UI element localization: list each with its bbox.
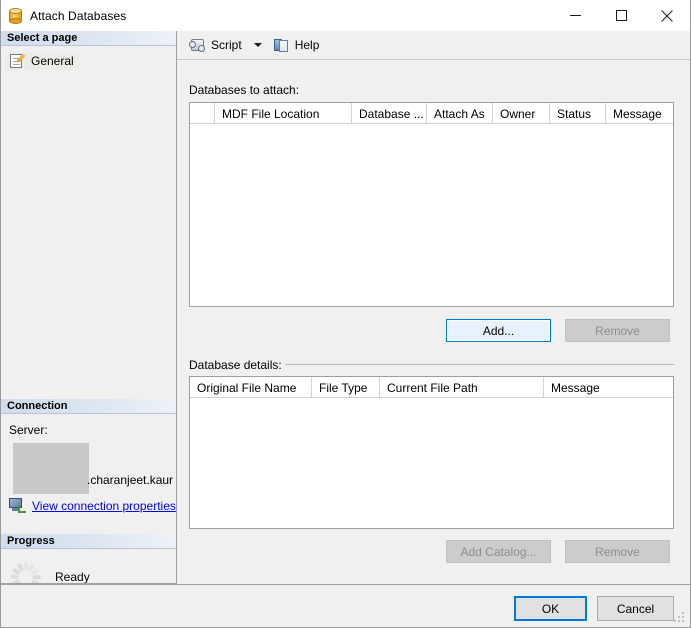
script-scroll-icon — [189, 38, 206, 53]
ok-button[interactable]: OK — [514, 596, 587, 621]
grid-column-header[interactable]: File Type — [312, 377, 380, 398]
select-page-header: Select a page — [1, 31, 176, 46]
remove-button[interactable]: Remove — [565, 319, 670, 342]
add-catalog-button[interactable]: Add Catalog... — [446, 540, 551, 563]
dialog-footer: OK Cancel — [1, 584, 690, 627]
help-button[interactable]: Help — [271, 36, 323, 55]
grid-column-header[interactable]: Database ... — [352, 103, 427, 124]
grid-column-header[interactable]: Attach As — [427, 103, 493, 124]
details-group-label: Database details: — [189, 358, 282, 372]
sidebar-item-label: General — [31, 54, 74, 68]
attach-databases-dialog: Attach Databases Select a page General C… — [0, 0, 691, 628]
server-connection-icon — [9, 498, 26, 513]
grid-column-header[interactable]: Current File Path — [380, 377, 544, 398]
title-bar-left: Attach Databases — [1, 7, 127, 24]
connection-section: Connection Server: .charanjeet.kaur View… — [1, 399, 176, 513]
grid-header-row: Original File Name File Type Current File … — [190, 377, 673, 398]
toolbar: Script Help — [177, 31, 690, 60]
database-details-grid[interactable]: Original File Name File Type Current File … — [189, 376, 674, 529]
databases-to-attach-grid[interactable]: MDF File Location Database ... Attach As Ow… — [189, 102, 674, 307]
window-title: Attach Databases — [30, 8, 127, 23]
database-cylinder-icon — [9, 7, 22, 24]
add-button[interactable]: Add... — [446, 319, 551, 342]
help-button-label: Help — [294, 38, 320, 52]
details-remove-button[interactable]: Remove — [565, 540, 670, 563]
sidebar-item-general[interactable]: General — [7, 52, 79, 70]
view-connection-properties-link[interactable]: View connection properties — [32, 499, 176, 513]
script-button-label: Script — [211, 38, 242, 52]
server-label: Server: — [9, 423, 48, 437]
main-panel: Script Help Databases to attach: MDF Fil… — [177, 31, 690, 584]
connection-header: Connection — [1, 399, 176, 414]
view-connection-properties-row[interactable]: View connection properties — [9, 498, 176, 513]
title-bar: Attach Databases — [1, 0, 690, 31]
grid-column-header[interactable]: Message — [544, 377, 674, 398]
maximize-button[interactable] — [598, 0, 644, 31]
cancel-button[interactable]: Cancel — [597, 596, 674, 621]
script-button[interactable]: Script — [187, 36, 245, 55]
grid-column-header[interactable]: Owner — [493, 103, 550, 124]
grid-column-header[interactable]: MDF File Location — [215, 103, 352, 124]
progress-header: Progress — [1, 534, 176, 549]
page-properties-icon — [10, 54, 26, 68]
grid-header-row: MDF File Location Database ... Attach As Ow… — [190, 103, 673, 124]
page-list: General — [1, 46, 176, 70]
chevron-down-icon[interactable] — [253, 43, 262, 47]
redacted-server-block — [13, 443, 89, 494]
server-name-value: .charanjeet.kaur — [87, 473, 174, 487]
resize-grip[interactable] — [674, 612, 686, 624]
minimize-button[interactable] — [552, 0, 598, 31]
progress-status: Ready — [55, 570, 90, 584]
close-button[interactable] — [644, 0, 690, 31]
grid-column-header[interactable]: Message — [606, 103, 676, 124]
attach-group-label: Databases to attach: — [189, 83, 300, 97]
details-group-divider — [285, 364, 674, 365]
grid-column-header[interactable]: Original File Name — [190, 377, 312, 398]
grid-row-selector-corner[interactable] — [190, 103, 215, 124]
dialog-body: Select a page General Connection Server:… — [1, 31, 690, 592]
sidebar: Select a page General Connection Server:… — [1, 31, 177, 592]
window-controls — [552, 0, 690, 31]
grid-column-header[interactable]: Status — [550, 103, 606, 124]
help-book-icon — [273, 38, 290, 53]
